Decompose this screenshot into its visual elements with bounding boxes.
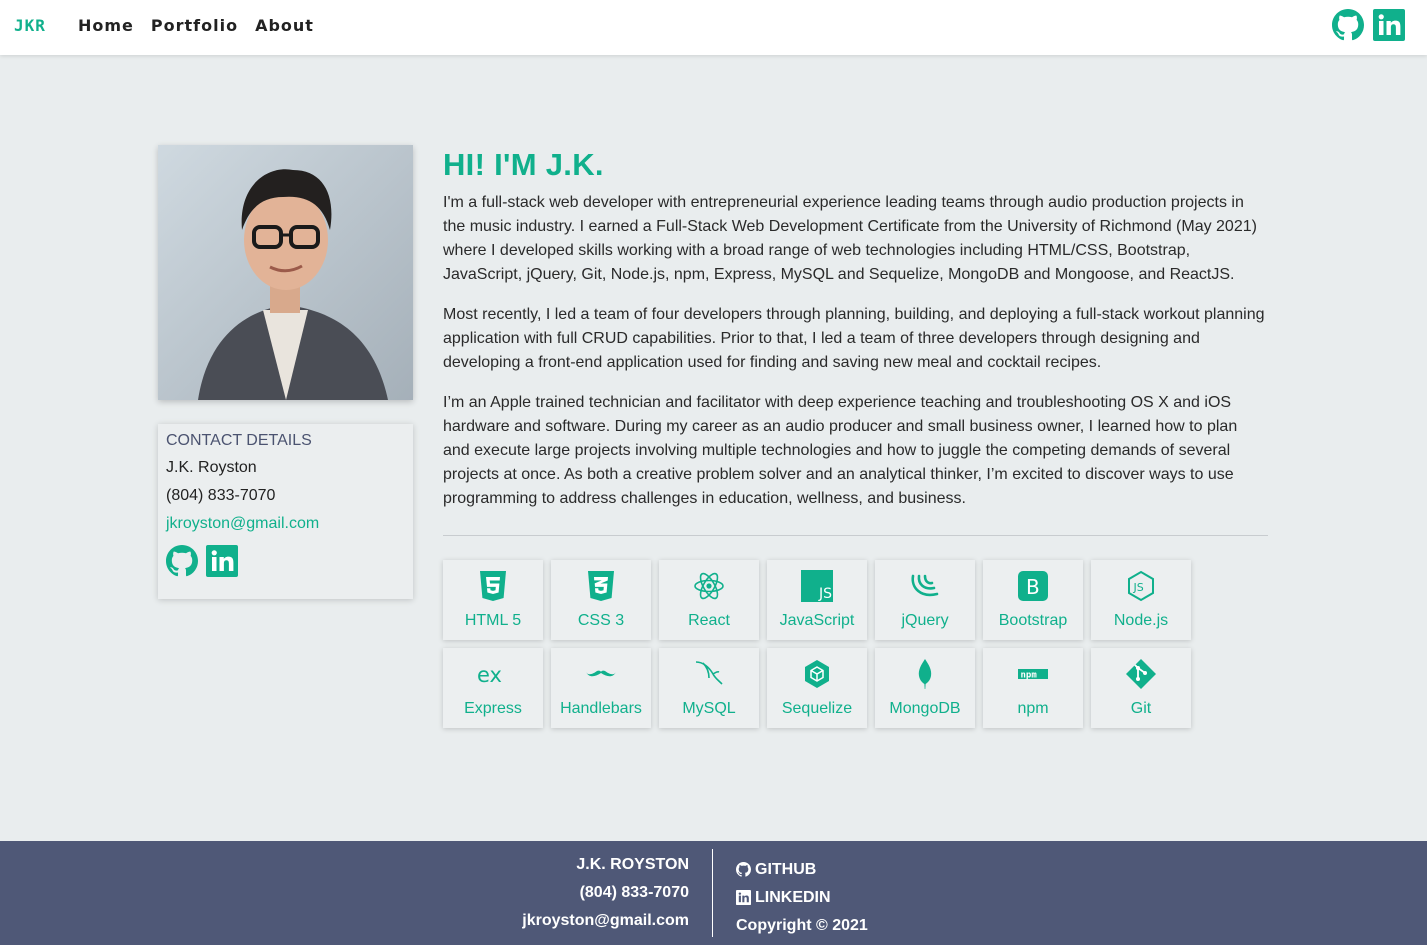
linkedin-icon[interactable] xyxy=(206,545,238,577)
divider xyxy=(443,535,1268,536)
skill-card-mysql: MySQL xyxy=(659,648,759,728)
skill-label: Sequelize xyxy=(781,700,853,717)
footer-name: J.K. ROYSTON xyxy=(576,856,689,873)
nav-link-portfolio[interactable]: Portfolio xyxy=(151,16,238,35)
skill-label: Bootstrap xyxy=(998,612,1068,629)
skill-card-nodejs: JS Node.js xyxy=(1091,560,1191,640)
contact-title: CONTACT DETAILS xyxy=(166,432,312,449)
svg-text:ex: ex xyxy=(477,663,502,687)
html5-icon xyxy=(477,568,509,604)
contact-phone: (804) 833-7070 xyxy=(166,487,276,504)
skill-card-react: React xyxy=(659,560,759,640)
about-paragraph-1: I'm a full-stack web developer with entr… xyxy=(443,194,1257,283)
skill-card-npm: npm npm xyxy=(983,648,1083,728)
react-icon xyxy=(693,568,725,604)
skill-card-git: Git xyxy=(1091,648,1191,728)
skill-label: JavaScript xyxy=(779,612,855,629)
skill-label: Handlebars xyxy=(560,700,642,717)
footer-email: jkroyston@gmail.com xyxy=(522,912,689,929)
navbar: JKR Home Portfolio About xyxy=(0,0,1427,55)
npm-icon: npm xyxy=(1017,656,1049,692)
skill-label: Git xyxy=(1130,700,1152,717)
skill-card-css3: CSS 3 xyxy=(551,560,651,640)
skill-label: MySQL xyxy=(682,700,736,717)
skills-grid: HTML 5 CSS 3 React JS JavaScript jQuery … xyxy=(443,560,1203,728)
svg-text:npm: npm xyxy=(1021,671,1038,681)
about-paragraph-3: I’m an Apple trained technician and faci… xyxy=(443,394,1238,507)
skill-card-sequelize: Sequelize xyxy=(767,648,867,728)
nodejs-icon: JS xyxy=(1125,568,1157,604)
contact-email-link[interactable]: jkroyston@gmail.com xyxy=(166,515,405,533)
profile-photo xyxy=(158,145,413,400)
contact-name: J.K. Royston xyxy=(166,459,257,476)
skill-label: MongoDB xyxy=(889,700,961,717)
mysql-icon xyxy=(693,656,725,692)
skill-card-html5: HTML 5 xyxy=(443,560,543,640)
javascript-icon: JS xyxy=(801,568,833,604)
skill-card-handlebars: Handlebars xyxy=(551,648,651,728)
footer-divider xyxy=(712,849,713,937)
skill-card-javascript: JS JavaScript xyxy=(767,560,867,640)
about-main: HI! I'M J.K. I'm a full-stack web develo… xyxy=(443,145,1268,527)
skill-label: CSS 3 xyxy=(577,612,625,629)
footer: J.K. ROYSTON (804) 833-7070 jkroyston@gm… xyxy=(0,841,1427,945)
bootstrap-icon: B xyxy=(1017,568,1049,604)
svg-text:B: B xyxy=(1026,575,1040,599)
brand-logo[interactable]: JKR xyxy=(14,16,46,35)
linkedin-icon[interactable] xyxy=(1373,9,1405,41)
css3-icon xyxy=(585,568,617,604)
footer-contact: J.K. ROYSTON (804) 833-7070 jkroyston@gm… xyxy=(522,855,689,939)
skill-label: Express xyxy=(464,700,522,717)
page-title: HI! I'M J.K. xyxy=(443,147,604,182)
svg-text:JS: JS xyxy=(1133,581,1144,594)
express-icon: ex xyxy=(477,656,509,692)
nav-link-about[interactable]: About xyxy=(255,16,314,35)
linkedin-icon xyxy=(736,889,751,905)
handlebars-icon xyxy=(585,656,617,692)
skill-label: HTML 5 xyxy=(464,612,522,629)
footer-phone: (804) 833-7070 xyxy=(579,884,689,901)
footer-github-link[interactable]: GITHUB xyxy=(755,860,816,879)
git-icon xyxy=(1125,656,1157,692)
skill-label: React xyxy=(688,612,730,629)
nav-social-icons xyxy=(1332,9,1405,41)
svg-text:JS: JS xyxy=(818,586,832,602)
nav-links: Home Portfolio About xyxy=(78,16,314,35)
github-icon[interactable] xyxy=(166,545,198,577)
about-paragraph-2: Most recently, I led a team of four deve… xyxy=(443,306,1265,371)
contact-card: CONTACT DETAILS J.K. Royston (804) 833-7… xyxy=(158,424,413,599)
skill-label: jQuery xyxy=(901,612,949,629)
github-icon xyxy=(736,861,751,877)
jquery-icon xyxy=(909,568,941,604)
footer-links: GITHUB LINKEDIN Copyright © 2021 xyxy=(736,855,868,939)
nav-link-home[interactable]: Home xyxy=(78,16,134,35)
footer-copyright: Copyright © 2021 xyxy=(736,916,868,934)
skill-card-jquery: jQuery xyxy=(875,560,975,640)
skill-card-express: ex Express xyxy=(443,648,543,728)
footer-linkedin-link[interactable]: LINKEDIN xyxy=(755,888,831,907)
skill-card-bootstrap: B Bootstrap xyxy=(983,560,1083,640)
github-icon[interactable] xyxy=(1332,9,1364,41)
sequelize-icon xyxy=(801,656,833,692)
skill-label: Node.js xyxy=(1113,612,1169,629)
mongodb-icon xyxy=(909,656,941,692)
skill-label: npm xyxy=(1017,700,1049,717)
contact-social-icons xyxy=(166,545,405,577)
skill-card-mongodb: MongoDB xyxy=(875,648,975,728)
